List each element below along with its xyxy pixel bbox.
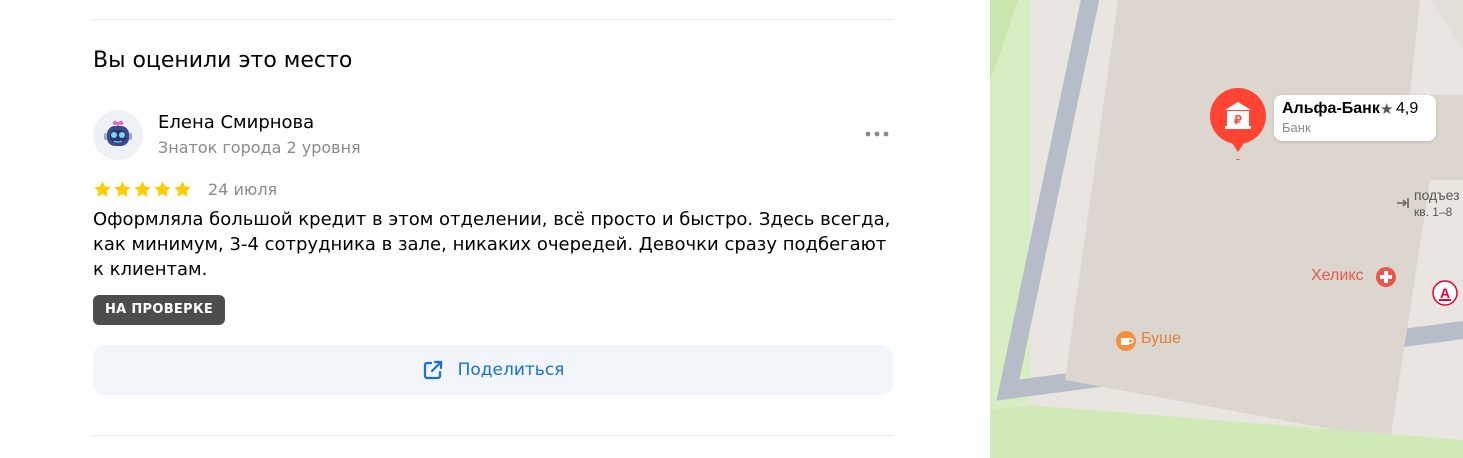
more-options-button[interactable] [862, 122, 892, 146]
star-icon [174, 181, 191, 197]
entrance-icon [1395, 196, 1411, 208]
svg-text:А: А [1440, 285, 1450, 301]
bottom-divider [93, 435, 893, 436]
status-badge: НА ПРОВЕРКЕ [93, 295, 226, 325]
entrance-label: подъез [1414, 187, 1460, 203]
svg-text:₽: ₽ [1234, 113, 1242, 127]
star-icon [154, 181, 171, 197]
star-icon [134, 181, 151, 197]
share-button[interactable]: Поделиться [93, 345, 893, 395]
place-category: Банк [1282, 120, 1311, 135]
map-view[interactable]: ₽ Альфа-Банк ★ 4,9 Банк подъез кв. 1–8 Х… [990, 0, 1463, 458]
place-name: Альфа-Банк [1282, 100, 1380, 117]
more-dots-icon [865, 131, 889, 137]
share-label: Поделиться [457, 360, 565, 380]
robot-avatar-icon [104, 120, 132, 146]
avatar[interactable] [93, 110, 143, 160]
bushe-label[interactable]: Буше [1141, 330, 1181, 348]
review-text: Оформляла большой кредит в этом отделени… [93, 209, 891, 280]
apartments-label: кв. 1–8 [1414, 205, 1453, 219]
review-panel: Вы оценили это место Елена Смирнова Знат… [0, 0, 990, 458]
place-card[interactable]: Альфа-Банк ★ 4,9 Банк [1274, 95, 1436, 141]
top-divider [93, 19, 893, 20]
map-background [990, 0, 1463, 458]
medical-cross-icon[interactable] [1375, 266, 1397, 288]
star-icon [114, 181, 131, 197]
share-icon [423, 360, 442, 380]
place-rating-star-icon: ★ [1380, 101, 1394, 118]
author-level: Знаток города 2 уровня [158, 138, 361, 157]
helix-label[interactable]: Хеликс [1311, 267, 1364, 285]
rating-stars [93, 180, 192, 199]
place-rating: 4,9 [1396, 100, 1419, 117]
author-name[interactable]: Елена Смирнова [158, 112, 314, 133]
alfa-logo-icon[interactable]: А [1432, 280, 1458, 306]
bank-pin-icon[interactable]: ₽ [1208, 88, 1268, 160]
star-icon [94, 181, 111, 197]
section-title: Вы оценили это место [93, 48, 353, 73]
cafe-icon[interactable] [1115, 330, 1137, 352]
review-date: 24 июля [208, 180, 278, 199]
